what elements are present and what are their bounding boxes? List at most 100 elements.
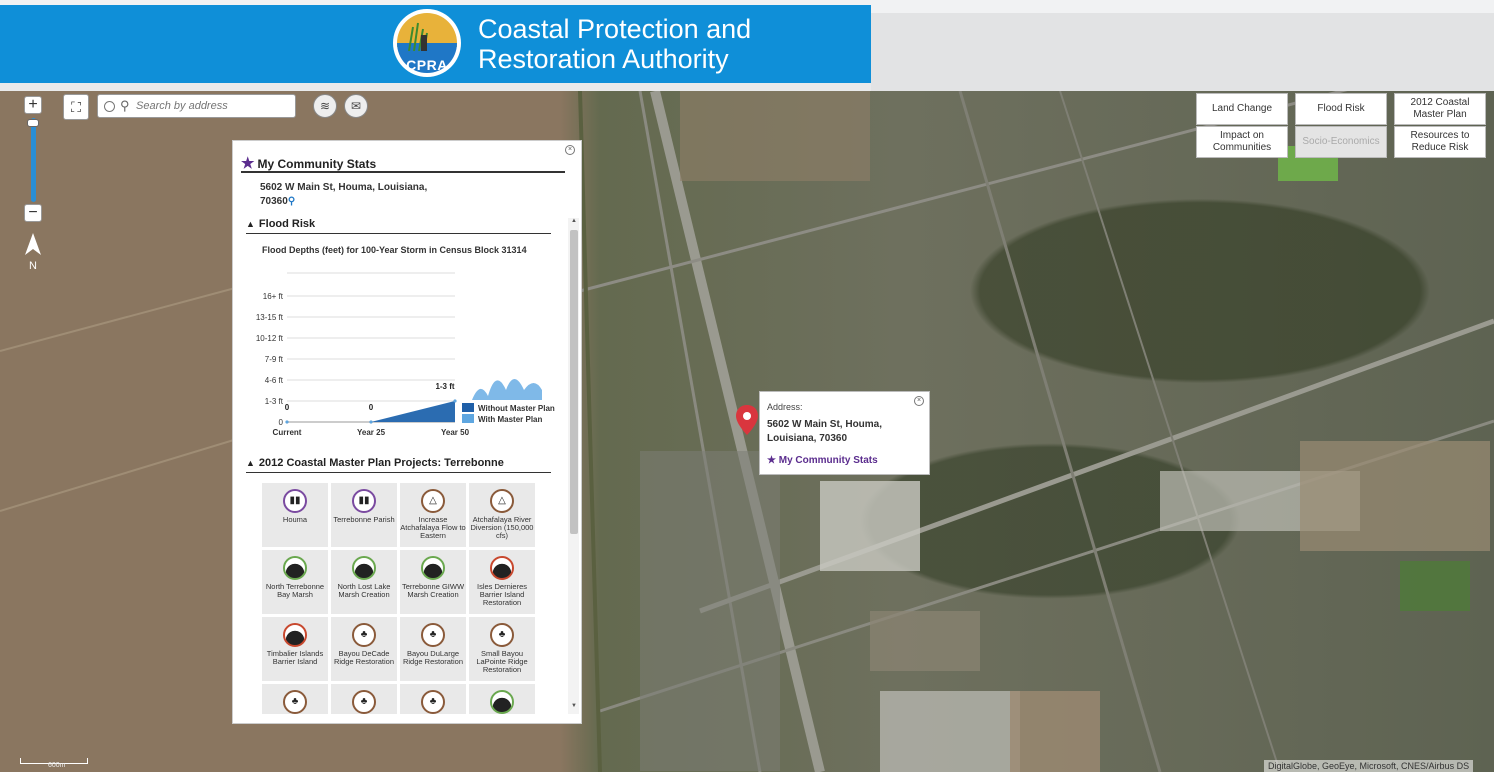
- y-tick-label: 7-9 ft: [265, 355, 284, 364]
- email-button[interactable]: ✉: [344, 94, 368, 118]
- data-label: 1-3 ft: [435, 382, 454, 391]
- project-name: Bayou DuLarge Ridge Restoration: [402, 649, 464, 666]
- popup-link-text: My Community Stats: [778, 455, 878, 466]
- scroll-up-arrow-icon[interactable]: ▲: [569, 218, 579, 224]
- project-tile[interactable]: ♣ Small Bayou LaPointe Ridge Restoration: [469, 617, 535, 681]
- project-tile[interactable]: ♣: [400, 684, 466, 714]
- project-tile[interactable]: ▮▮ Terrebonne Parish: [331, 483, 397, 547]
- projects-section-header[interactable]: ▲ 2012 Coastal Master Plan Projects: Terr…: [246, 457, 551, 473]
- flood-risk-section-title: Flood Risk: [258, 218, 316, 230]
- zoom-in-button[interactable]: +: [24, 96, 42, 114]
- legend-swatch: [462, 414, 474, 423]
- diversion-icon: △: [421, 489, 445, 513]
- scale-label: 600m: [48, 762, 66, 769]
- project-tile[interactable]: ♣: [262, 684, 328, 714]
- project-tile[interactable]: North Terrebonne Bay Marsh: [262, 550, 328, 614]
- layers-button[interactable]: ≋: [313, 94, 337, 118]
- zoom-out-button[interactable]: −: [24, 204, 42, 222]
- project-name: North Terrebonne Bay Marsh: [265, 582, 325, 599]
- ridge-icon: ♣: [283, 690, 307, 714]
- marsh-icon: [352, 556, 376, 580]
- barrier-island-icon: [283, 623, 307, 647]
- project-tile[interactable]: ♣: [331, 684, 397, 714]
- topic-coastal-master-plan[interactable]: 2012 Coastal Master Plan: [1394, 93, 1486, 125]
- star-icon: ★: [767, 455, 776, 466]
- chart-title: Flood Depths (feet) for 100-Year Storm i…: [262, 245, 527, 255]
- data-label: 0: [369, 403, 374, 412]
- panel-address-line2: 70360: [260, 196, 288, 207]
- title-line-1: Coastal Protection and: [478, 14, 752, 44]
- search-radio[interactable]: [104, 101, 115, 112]
- data-label: 0: [285, 403, 290, 412]
- project-name: Terrebonne GIWW Marsh Creation: [401, 582, 465, 599]
- legend-label: With Master Plan: [478, 415, 542, 424]
- project-tile[interactable]: ♣ Bayou DuLarge Ridge Restoration: [400, 617, 466, 681]
- collapse-triangle-icon: ▲: [246, 219, 255, 229]
- panel-close-button[interactable]: ×: [565, 145, 575, 155]
- ridge-icon: ♣: [352, 623, 376, 647]
- project-tile[interactable]: Terrebonne GIWW Marsh Creation: [400, 550, 466, 614]
- star-icon: ★: [241, 155, 255, 172]
- project-name: Bayou DeCade Ridge Restoration: [333, 649, 395, 666]
- project-tile[interactable]: ♣ Bayou DeCade Ridge Restoration: [331, 617, 397, 681]
- ridge-icon: ♣: [490, 623, 514, 647]
- panel-scrollbar-thumb[interactable]: [570, 230, 578, 534]
- topic-impact-on-communities[interactable]: Impact on Communities: [1196, 126, 1288, 158]
- data-point: [285, 420, 289, 424]
- popup-close-button[interactable]: ×: [914, 396, 924, 406]
- project-name: North Lost Lake Marsh Creation: [337, 582, 391, 599]
- topic-land-change[interactable]: Land Change: [1196, 93, 1288, 125]
- project-tile[interactable]: [469, 684, 535, 714]
- popup-address: 5602 W Main St, Houma, Louisiana, 70360: [767, 418, 917, 446]
- x-tick-label: Year 25: [357, 428, 386, 437]
- panel-address: 5602 W Main St, Houma, Louisiana, 70360⚲: [260, 181, 460, 209]
- barrier-island-icon: [490, 556, 514, 580]
- y-tick-label: 0: [279, 418, 284, 427]
- project-tile[interactable]: △ Atchafalaya River Diversion (150,000 cf…: [469, 483, 535, 547]
- popup-address-line1: 5602 W Main St, Houma,: [767, 419, 883, 430]
- project-tile[interactable]: ▮▮ Houma: [262, 483, 328, 547]
- diversion-icon: △: [490, 489, 514, 513]
- y-tick-label: 10-12 ft: [256, 334, 284, 343]
- data-point: [453, 399, 457, 403]
- search-input[interactable]: [136, 97, 291, 115]
- marsh-icon: [283, 556, 307, 580]
- legend-swatch: [462, 403, 474, 412]
- search-icon: ⚲: [120, 98, 130, 113]
- project-name: Small Bayou LaPointe Ridge Restoration: [476, 649, 528, 674]
- project-name: Houma: [282, 515, 308, 524]
- ridge-icon: ♣: [421, 623, 445, 647]
- map-pin-icon[interactable]: [736, 405, 758, 435]
- y-tick-label: 13-15 ft: [256, 313, 284, 322]
- header-right-area: [871, 13, 1494, 91]
- ridge-icon: ♣: [421, 690, 445, 714]
- wave-icon: [472, 379, 542, 400]
- address-search[interactable]: ⚲: [97, 94, 296, 118]
- fullscreen-button[interactable]: ⛶: [63, 94, 89, 120]
- project-name: Terrebonne Parish: [333, 515, 395, 524]
- panel-title: ★ My Community Stats: [241, 154, 565, 173]
- flood-risk-section-header[interactable]: ▲ Flood Risk: [246, 218, 551, 234]
- topic-flood-risk[interactable]: Flood Risk: [1295, 93, 1387, 125]
- popup-address-line2: Louisiana, 70360: [767, 433, 848, 444]
- zoom-slider-track[interactable]: [31, 118, 36, 202]
- project-tile[interactable]: Timbalier Islands Barrier Island: [262, 617, 328, 681]
- zoom-to-address-icon[interactable]: ⚲: [288, 196, 295, 207]
- panel-address-line1: 5602 W Main St, Houma, Louisiana,: [260, 182, 428, 193]
- topic-resources-to-reduce-risk[interactable]: Resources to Reduce Risk: [1394, 126, 1486, 158]
- marsh-icon: [421, 556, 445, 580]
- project-tile[interactable]: △ Increase Atchafalaya Flow to Eastern: [400, 483, 466, 547]
- project-tile[interactable]: Isles Dernieres Barrier Island Restorati…: [469, 550, 535, 614]
- my-community-stats-link[interactable]: ★ My Community Stats: [767, 455, 878, 466]
- zoom-slider-handle[interactable]: [27, 119, 39, 127]
- project-name: Atchafalaya River Diversion (150,000 cfs…: [470, 515, 534, 540]
- marsh-icon: [490, 690, 514, 714]
- ridge-icon: ♣: [352, 690, 376, 714]
- project-tile[interactable]: North Lost Lake Marsh Creation: [331, 550, 397, 614]
- collapse-triangle-icon: ▲: [246, 458, 255, 468]
- north-arrow-icon: N: [24, 233, 42, 272]
- project-name: Timbalier Islands Barrier Island: [266, 649, 324, 666]
- scroll-down-arrow-icon[interactable]: ▼: [569, 703, 579, 709]
- legend-label: Without Master Plan: [478, 404, 555, 413]
- levee-icon: ▮▮: [283, 489, 307, 513]
